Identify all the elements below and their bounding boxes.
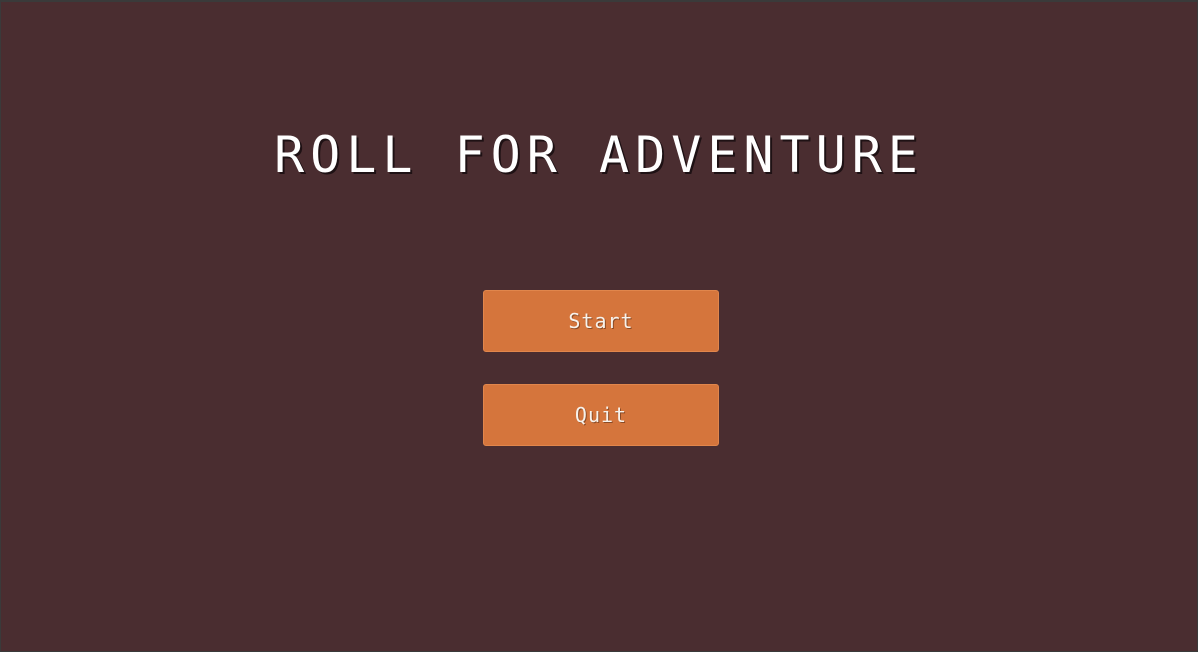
quit-button[interactable]: Quit <box>483 384 719 446</box>
main-menu-screen: ROLL FOR ADVENTURE Start Quit <box>0 0 1198 652</box>
start-button-label: Start <box>568 309 634 333</box>
quit-button-label: Quit <box>574 403 628 427</box>
start-button[interactable]: Start <box>483 290 719 352</box>
game-title: ROLL FOR ADVENTURE <box>274 126 924 184</box>
